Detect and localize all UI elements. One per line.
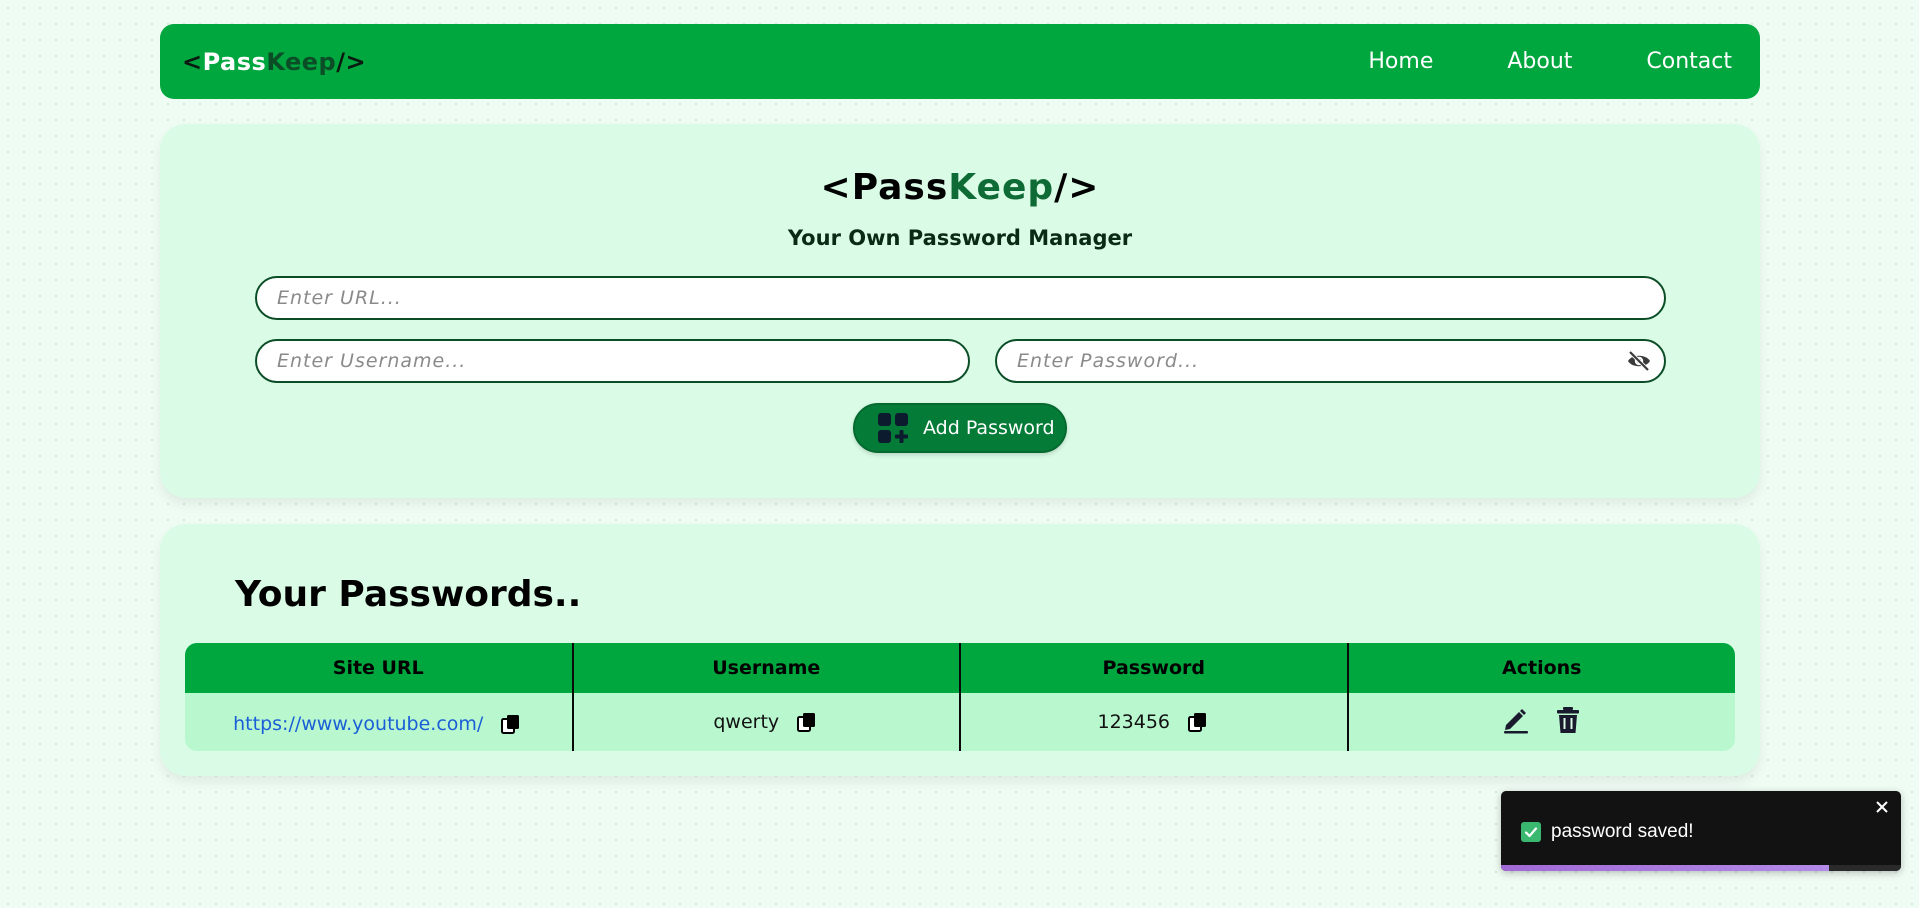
title-open-bracket: < [820,167,852,208]
password-value: 123456 [1097,711,1171,733]
toast-progress-bar [1501,865,1829,871]
copy-password-icon[interactable] [1186,710,1210,734]
password-cell: 123456 [959,693,1348,751]
passwords-table: Site URL Username Password Actions https… [185,643,1735,751]
navbar-logo[interactable]: <PassKeep/> [182,48,366,76]
username-value: qwerty [713,711,780,733]
site-url-cell: https://www.youtube.com/ [185,693,573,751]
logo-open-bracket: < [182,47,203,76]
passwords-card: Your Passwords.. Site URL Username Passw… [160,524,1760,776]
table-header-row: Site URL Username Password Actions [185,643,1735,693]
close-icon[interactable] [1875,799,1889,813]
column-header-password: Password [959,643,1348,693]
edit-icon[interactable] [1501,705,1531,735]
site-url-link[interactable]: https://www.youtube.com/ [233,713,483,735]
username-input[interactable] [255,339,970,383]
title-keep-text: Keep [948,167,1055,208]
toast-notification: password saved! [1501,791,1901,871]
add-password-label: Add Password [923,417,1055,439]
logo-pass-text: Pass [202,47,267,76]
logo-close-bracket: /> [336,47,367,76]
username-cell: qwerty [571,693,960,751]
add-grid-icon [877,412,909,444]
title-pass-text: Pass [851,167,949,208]
toast-message: password saved! [1551,821,1694,842]
nav-link-about[interactable]: About [1507,49,1572,74]
eye-slash-icon[interactable] [1626,349,1652,373]
column-header-actions: Actions [1346,643,1735,693]
nav-links: Home About Contact [1368,49,1732,74]
copy-username-icon[interactable] [795,710,819,734]
actions-cell [1346,693,1735,751]
add-password-button[interactable]: Add Password [853,403,1067,453]
url-input[interactable] [255,276,1666,320]
title-close-bracket: /> [1054,167,1100,208]
delete-icon[interactable] [1553,705,1583,735]
check-icon [1521,822,1541,842]
password-input[interactable] [995,339,1666,383]
passwords-heading: Your Passwords.. [235,574,582,615]
navbar: <PassKeep/> Home About Contact [160,24,1760,99]
page-subtitle: Your Own Password Manager [787,226,1133,250]
logo-keep-text: Keep [266,47,337,76]
page-title-logo: <PassKeep/> [160,167,1760,208]
add-password-card: <PassKeep/> Your Own Password Manager Ad… [160,124,1760,498]
column-header-username: Username [571,643,960,693]
column-header-site-url: Site URL [185,643,573,693]
table-row: https://www.youtube.com/ qwerty 123456 [185,693,1735,751]
nav-link-home[interactable]: Home [1368,49,1433,74]
nav-link-contact[interactable]: Contact [1646,49,1732,74]
copy-url-icon[interactable] [499,712,523,736]
